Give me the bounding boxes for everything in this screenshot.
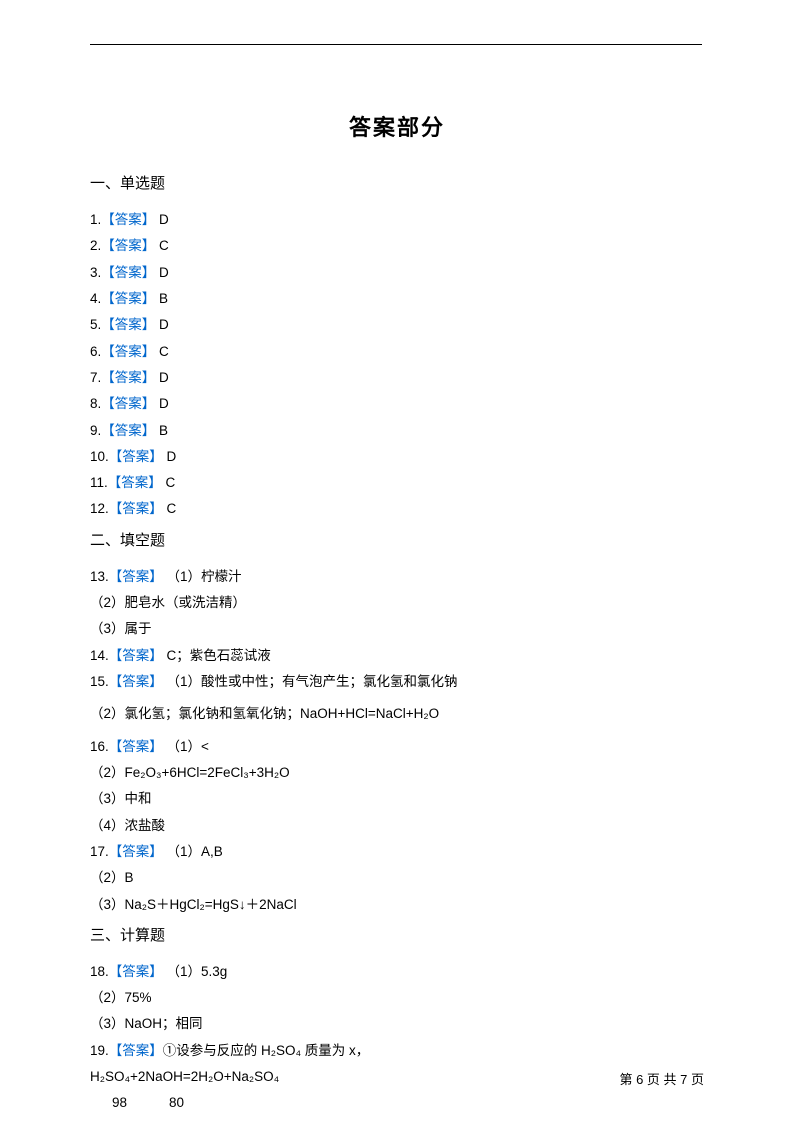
answer-q11: 11.【答案】 C: [90, 470, 704, 496]
answer-q19: 19.【答案】①设参与反应的 H₂SO₄ 质量为 x，: [90, 1038, 704, 1064]
qnum: 8.: [90, 396, 101, 411]
answer-value: C: [163, 501, 177, 516]
qnum: 13.: [90, 569, 109, 584]
qnum: 10.: [90, 449, 109, 464]
answer-q7: 7.【答案】 D: [90, 365, 704, 391]
qnum: 1.: [90, 212, 101, 227]
answer-tag: 【答案】: [101, 423, 155, 438]
answer-value: B: [155, 423, 168, 438]
answer-q19-eq: H₂SO₄+2NaOH=2H₂O+Na₂SO₄: [90, 1064, 704, 1090]
page-footer: 第 6 页 共 7 页: [619, 1069, 704, 1088]
answer-part: （1）酸性或中性；有气泡产生；氯化氢和氯化钠: [163, 674, 458, 689]
page-title: 答案部分: [90, 110, 704, 142]
answer-value: D: [163, 449, 177, 464]
answer-q9: 9.【答案】 B: [90, 418, 704, 444]
answer-tag: 【答案】: [109, 1043, 163, 1058]
answer-tag: 【答案】: [101, 291, 155, 306]
answer-tag: 【答案】: [109, 449, 163, 464]
answer-tag: 【答案】: [101, 344, 155, 359]
answer-tag: 【答案】: [101, 370, 155, 385]
answer-value: B: [155, 291, 168, 306]
qnum: 12.: [90, 501, 109, 516]
qnum: 16.: [90, 739, 109, 754]
answer-value: D: [155, 317, 169, 332]
answer-tag: 【答案】: [109, 648, 163, 663]
answer-q17-p3: （3）Na₂S＋HgCl₂=HgS↓＋2NaCl: [90, 892, 704, 918]
answer-tag: 【答案】: [101, 212, 155, 227]
answer-q17-p2: （2）B: [90, 865, 704, 891]
answer-q18-p2: （2）75%: [90, 985, 704, 1011]
answer-part: （1）5.3g: [163, 964, 228, 979]
answer-tag: 【答案】: [109, 674, 163, 689]
answer-value: C: [155, 238, 169, 253]
qnum: 6.: [90, 344, 101, 359]
answer-q8: 8.【答案】 D: [90, 391, 704, 417]
answer-q18-p3: （3）NaOH；相同: [90, 1011, 704, 1037]
qnum: 2.: [90, 238, 101, 253]
answer-part: （1）<: [163, 739, 209, 754]
qnum: 17.: [90, 844, 109, 859]
answer-q14: 14.【答案】 C；紫色石蕊试液: [90, 643, 704, 669]
answer-value: C: [162, 475, 176, 490]
answer-value: D: [155, 212, 169, 227]
answer-q17: 17.【答案】 （1）A,B: [90, 839, 704, 865]
answer-q19-nums: 98 80: [90, 1090, 704, 1116]
answer-tag: 【答案】: [109, 844, 163, 859]
answer-q10: 10.【答案】 D: [90, 444, 704, 470]
molar-1: 98: [112, 1095, 127, 1110]
answer-q2: 2.【答案】 C: [90, 233, 704, 259]
answer-q5: 5.【答案】 D: [90, 312, 704, 338]
qnum: 18.: [90, 964, 109, 979]
answer-tag: 【答案】: [108, 475, 162, 490]
qnum: 7.: [90, 370, 101, 385]
answer-part: （1）A,B: [163, 844, 223, 859]
answer-value: D: [155, 265, 169, 280]
answer-q16-p3: （3）中和: [90, 786, 704, 812]
qnum: 15.: [90, 674, 109, 689]
answer-tag: 【答案】: [101, 238, 155, 253]
answer-tag: 【答案】: [101, 265, 155, 280]
answer-tag: 【答案】: [109, 964, 163, 979]
molar-2: 80: [169, 1095, 184, 1110]
answer-part: C；紫色石蕊试液: [163, 648, 271, 663]
answer-q15-p2: （2）氯化氢；氯化钠和氢氧化钠；NaOH+HCl=NaCl+H₂O: [90, 701, 704, 727]
qnum: 4.: [90, 291, 101, 306]
answer-q3: 3.【答案】 D: [90, 260, 704, 286]
qnum: 19.: [90, 1043, 109, 1058]
answer-q4: 4.【答案】 B: [90, 286, 704, 312]
answer-part: ①设参与反应的 H₂SO₄ 质量为 x，: [163, 1043, 370, 1058]
answer-q13: 13.【答案】 （1）柠檬汁: [90, 564, 704, 590]
answer-q12: 12.【答案】 C: [90, 496, 704, 522]
answer-value: C: [155, 344, 169, 359]
header-rule: [90, 44, 702, 45]
answer-q13-p3: （3）属于: [90, 616, 704, 642]
answer-tag: 【答案】: [101, 317, 155, 332]
section-1-header: 一、单选题: [90, 172, 704, 193]
section-3-header: 三、计算题: [90, 924, 704, 945]
answer-value: D: [155, 370, 169, 385]
answer-value: D: [155, 396, 169, 411]
answer-tag: 【答案】: [109, 739, 163, 754]
answer-tag: 【答案】: [109, 501, 163, 516]
answer-q16-p2: （2）Fe₂O₃+6HCl=2FeCl₃+3H₂O: [90, 760, 704, 786]
answer-part: （1）柠檬汁: [163, 569, 242, 584]
answer-q15: 15.【答案】 （1）酸性或中性；有气泡产生；氯化氢和氯化钠: [90, 669, 704, 695]
qnum: 9.: [90, 423, 101, 438]
answer-tag: 【答案】: [109, 569, 163, 584]
answer-q6: 6.【答案】 C: [90, 339, 704, 365]
answer-q1: 1.【答案】 D: [90, 207, 704, 233]
section-2-header: 二、填空题: [90, 529, 704, 550]
answer-q16-p4: （4）浓盐酸: [90, 813, 704, 839]
qnum: 5.: [90, 317, 101, 332]
qnum: 14.: [90, 648, 109, 663]
answer-q13-p2: （2）肥皂水（或洗洁精）: [90, 590, 704, 616]
answer-q18: 18.【答案】 （1）5.3g: [90, 959, 704, 985]
answer-tag: 【答案】: [101, 396, 155, 411]
answer-q16: 16.【答案】 （1）<: [90, 734, 704, 760]
qnum: 3.: [90, 265, 101, 280]
qnum: 11.: [90, 475, 108, 490]
